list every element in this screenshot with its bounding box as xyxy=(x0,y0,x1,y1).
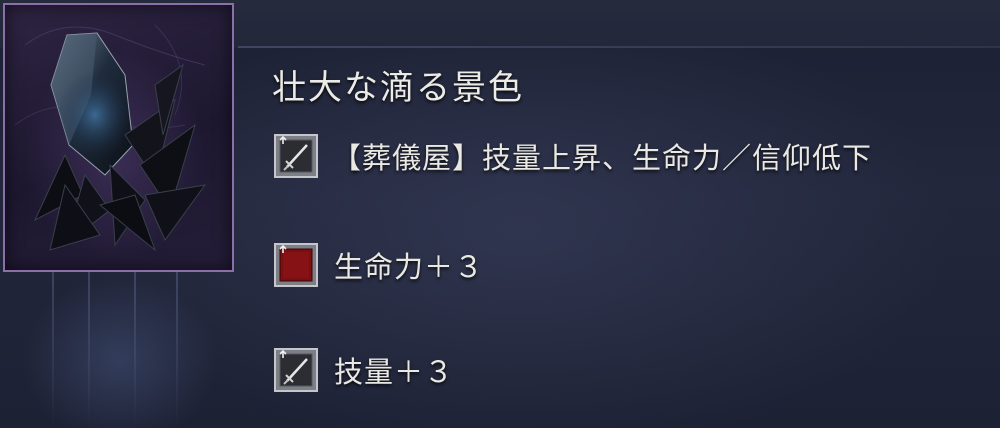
item-image-frame[interactable] xyxy=(3,3,234,272)
effect-row: 【葬儀屋】技量上昇、生命力／信仰低下 xyxy=(274,134,872,178)
light-streak xyxy=(88,260,90,428)
effect-row: 生命力＋３ xyxy=(274,243,484,287)
item-detail-panel: 壮大な滴る景色 【葬儀屋】技量上昇、生命力／信仰低下 生命力＋３ 技量＋３ xyxy=(0,0,1000,428)
light-streak xyxy=(134,260,136,428)
light-streak xyxy=(176,260,178,428)
vitality-stat-icon xyxy=(274,243,318,287)
effect-row: 技量＋３ xyxy=(274,348,454,392)
effect-text: 【葬儀屋】技量上昇、生命力／信仰低下 xyxy=(332,141,873,175)
header-divider xyxy=(238,46,1000,48)
effect-text: 技量＋３ xyxy=(334,355,455,389)
sword-stat-icon xyxy=(274,348,318,392)
effect-text: 生命力＋３ xyxy=(334,250,485,284)
item-name: 壮大な滴る景色 xyxy=(272,68,524,108)
dark-crystal-shard-icon xyxy=(14,24,207,252)
light-streak xyxy=(52,260,54,428)
sword-stat-icon xyxy=(274,134,318,178)
